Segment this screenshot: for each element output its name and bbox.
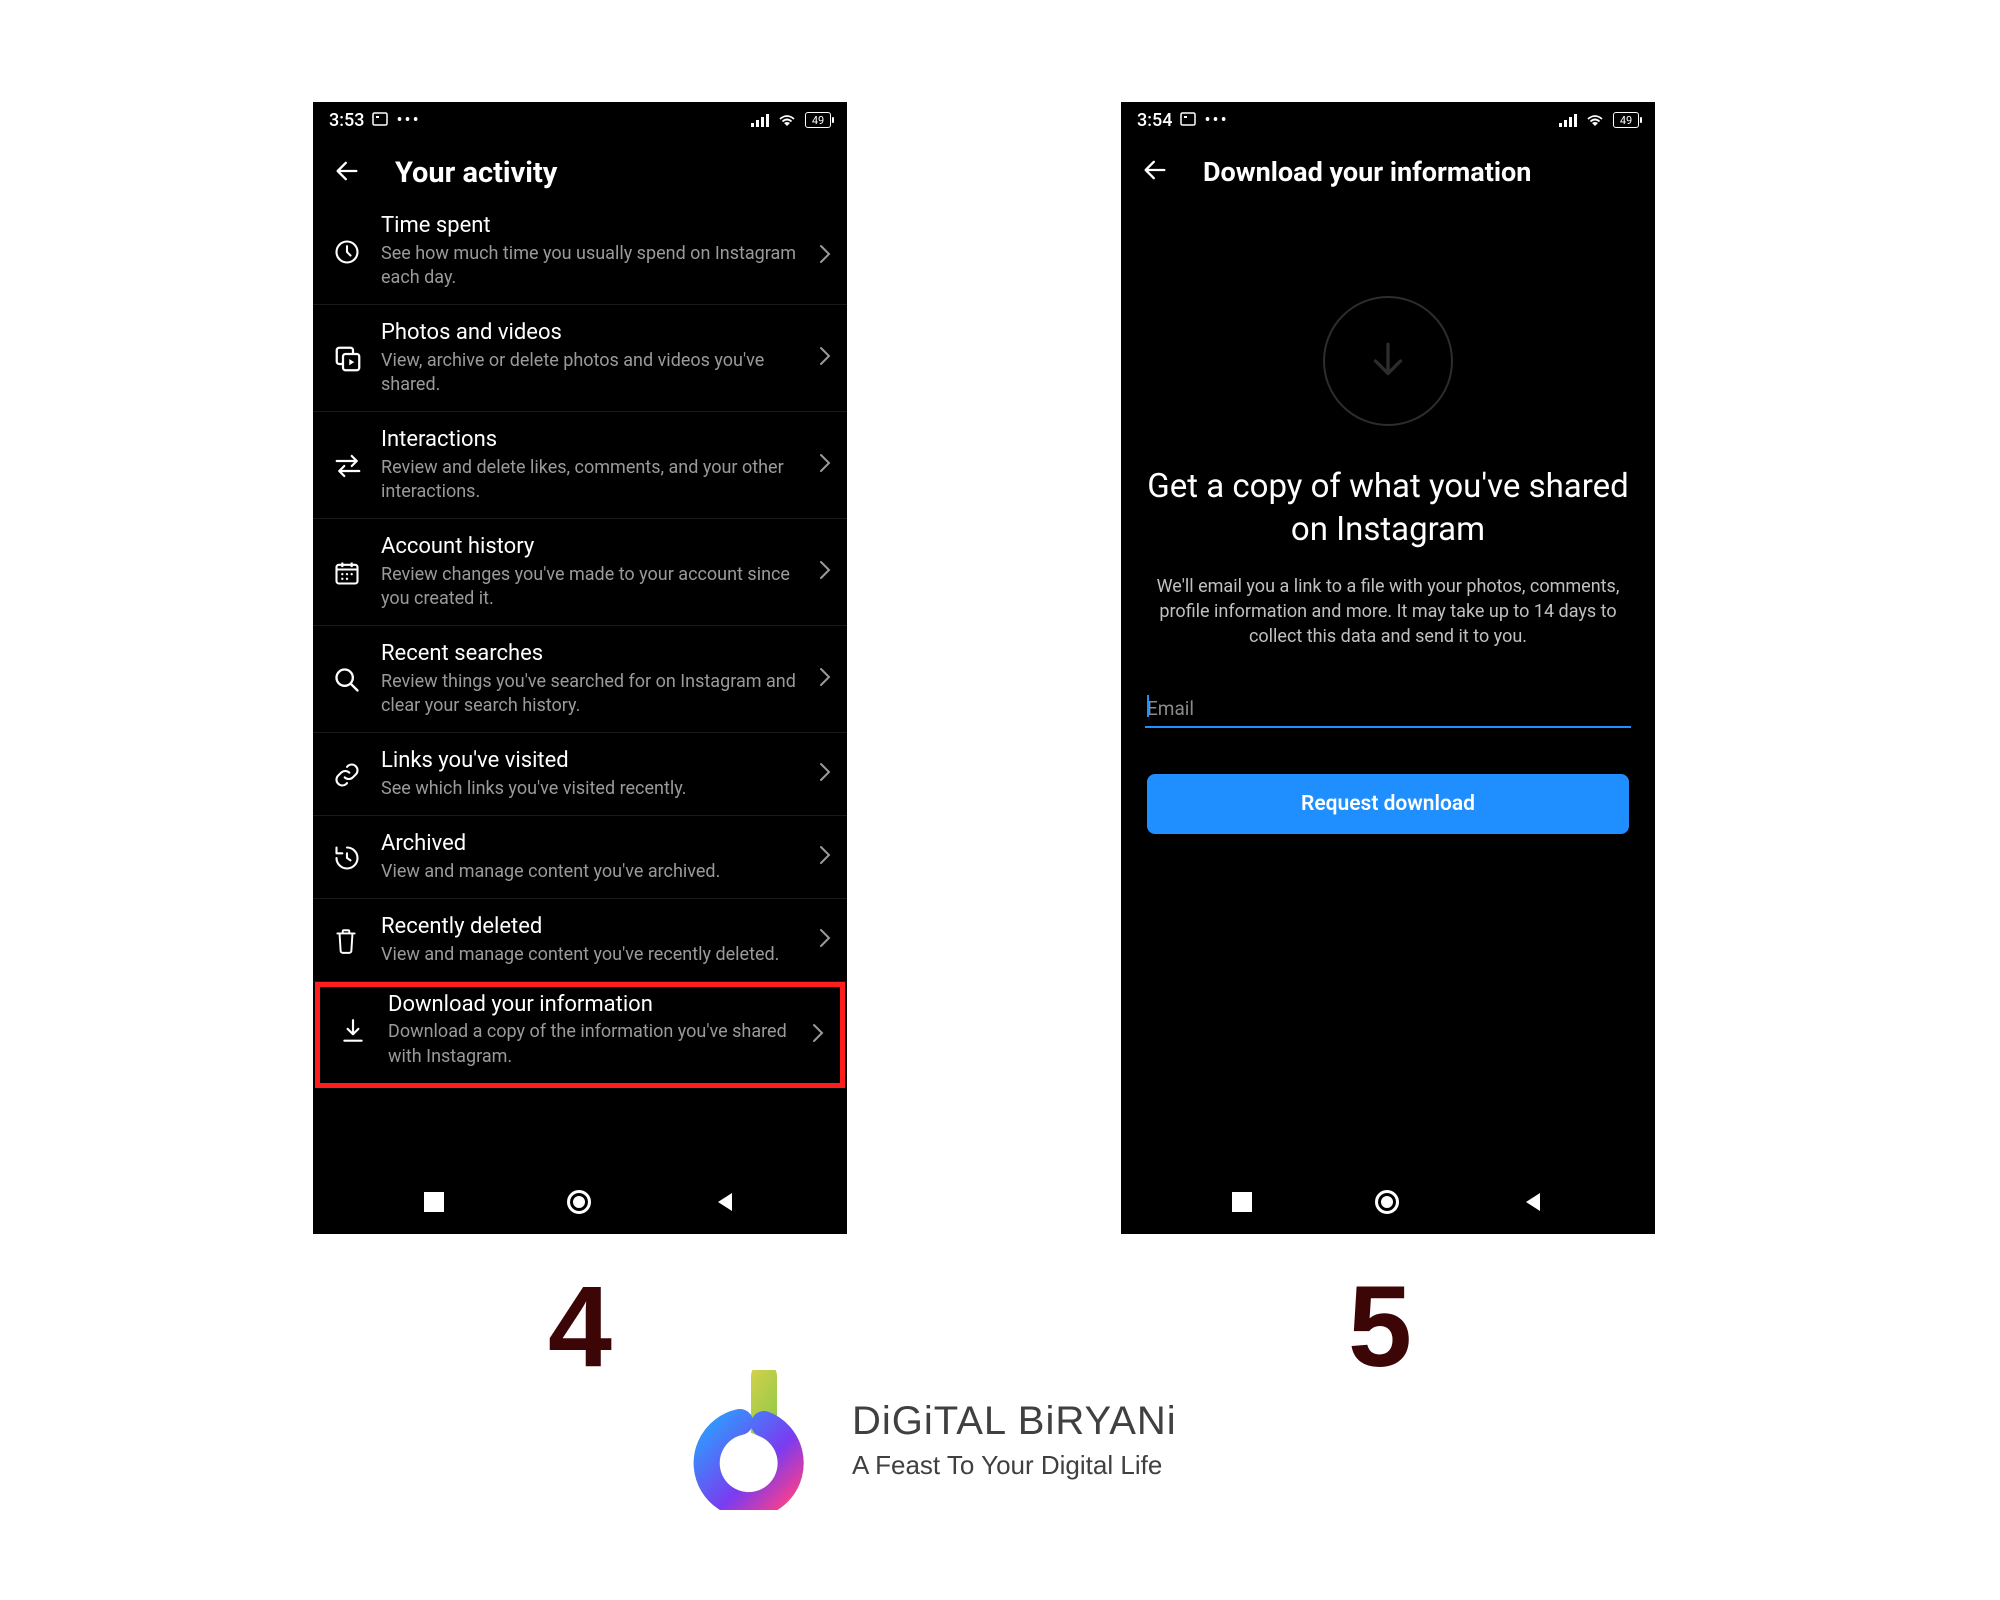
android-nav-bar [313,1170,847,1234]
list-subtitle: View and manage content you've recently … [381,943,797,967]
arrows-swap-icon [333,451,381,479]
list-subtitle: Download a copy of the information you'v… [388,1020,790,1069]
trash-icon [333,925,381,955]
brand-title: DiGiTAL BiRYANi [852,1399,1177,1444]
signal-icon [1559,113,1577,127]
status-bar: 3:54 ••• 49 [1121,102,1655,136]
list-subtitle: See how much time you usually spend on I… [381,242,797,291]
list-item-interactions[interactable]: Interactions Review and delete likes, co… [313,412,847,519]
text-cursor-icon [1147,695,1149,717]
app-header: Your activity [313,136,847,208]
more-dots-icon: ••• [396,110,420,131]
brand-tagline: A Feast To Your Digital Life [852,1450,1177,1481]
list-subtitle: View, archive or delete photos and video… [381,349,797,398]
list-subtitle: Review things you've searched for on Ins… [381,670,797,719]
wifi-icon [777,113,797,127]
download-description: We'll email you a link to a file with yo… [1145,574,1631,650]
nav-recent-icon[interactable] [424,1192,444,1212]
page-title: Download your information [1203,156,1531,188]
signal-icon [751,113,769,127]
chevron-right-icon [812,1023,824,1047]
more-dots-icon: ••• [1204,110,1228,131]
brand-logo-icon [686,1370,826,1510]
phone-screenshot-download-info: 3:54 ••• 49 Download your informatio [1121,102,1655,1234]
status-time: 3:54 [1137,110,1172,131]
status-time: 3:53 [329,110,364,131]
search-icon [333,664,381,694]
sim-card-icon [372,110,388,131]
request-download-button[interactable]: Request download [1147,774,1629,834]
archive-icon [333,842,381,872]
email-input[interactable]: Email [1145,693,1631,728]
email-placeholder: Email [1147,697,1194,720]
sim-card-icon [1180,110,1196,131]
nav-back-icon[interactable] [714,1191,736,1213]
download-circle-icon [1323,296,1453,426]
back-arrow-icon[interactable] [1141,156,1169,188]
list-item-download-info[interactable]: Download your information Download a cop… [320,987,840,1083]
app-header: Download your information [1121,136,1655,206]
chevron-right-icon [819,346,831,370]
nav-home-icon[interactable] [567,1190,591,1214]
media-icon [333,342,381,374]
list-title: Interactions [381,426,797,454]
list-item-archived[interactable]: Archived View and manage content you've … [313,816,847,899]
chevron-right-icon [819,244,831,268]
chevron-right-icon [819,762,831,786]
clock-icon [333,236,381,266]
battery-indicator: 49 [805,112,831,128]
nav-recent-icon[interactable] [1232,1192,1252,1212]
step-number-4: 4 [548,1270,612,1385]
chevron-right-icon [819,928,831,952]
chevron-right-icon [819,667,831,691]
wifi-icon [1585,113,1605,127]
list-title: Links you've visited [381,747,797,775]
list-item-time-spent[interactable]: Time spent See how much time you usually… [313,208,847,305]
chevron-right-icon [819,560,831,584]
list-subtitle: View and manage content you've archived. [381,860,797,884]
download-heading: Get a copy of what you've shared on Inst… [1145,466,1631,552]
list-title: Photos and videos [381,319,797,347]
list-title: Time spent [381,212,797,240]
brand-block: DiGiTAL BiRYANi A Feast To Your Digital … [686,1370,1177,1510]
download-body: Get a copy of what you've shared on Inst… [1121,296,1655,834]
list-item-account-history[interactable]: Account history Review changes you've ma… [313,519,847,626]
nav-back-icon[interactable] [1522,1191,1544,1213]
highlighted-item-box: Download your information Download a cop… [315,982,845,1088]
list-title: Recently deleted [381,913,797,941]
page-title: Your activity [395,156,557,190]
download-icon [340,1015,388,1045]
back-arrow-icon[interactable] [333,157,361,189]
chevron-right-icon [819,453,831,477]
list-title: Account history [381,533,797,561]
list-subtitle: See which links you've visited recently. [381,777,797,801]
list-title: Download your information [388,991,790,1019]
list-subtitle: Review and delete likes, comments, and y… [381,456,797,505]
list-item-recent-searches[interactable]: Recent searches Review things you've sea… [313,626,847,733]
list-title: Archived [381,830,797,858]
nav-home-icon[interactable] [1375,1190,1399,1214]
activity-list: Time spent See how much time you usually… [313,208,847,1088]
step-number-5: 5 [1348,1270,1412,1385]
calendar-icon [333,557,381,587]
list-title: Recent searches [381,640,797,668]
list-item-recently-deleted[interactable]: Recently deleted View and manage content… [313,899,847,982]
status-bar: 3:53 ••• 49 [313,102,847,136]
battery-indicator: 49 [1613,112,1639,128]
list-item-photos-videos[interactable]: Photos and videos View, archive or delet… [313,305,847,412]
link-icon [333,759,381,789]
phone-screenshot-your-activity: 3:53 ••• 49 Your activity [313,102,847,1234]
android-nav-bar [1121,1170,1655,1234]
list-item-links-visited[interactable]: Links you've visited See which links you… [313,733,847,816]
list-subtitle: Review changes you've made to your accou… [381,563,797,612]
chevron-right-icon [819,845,831,869]
